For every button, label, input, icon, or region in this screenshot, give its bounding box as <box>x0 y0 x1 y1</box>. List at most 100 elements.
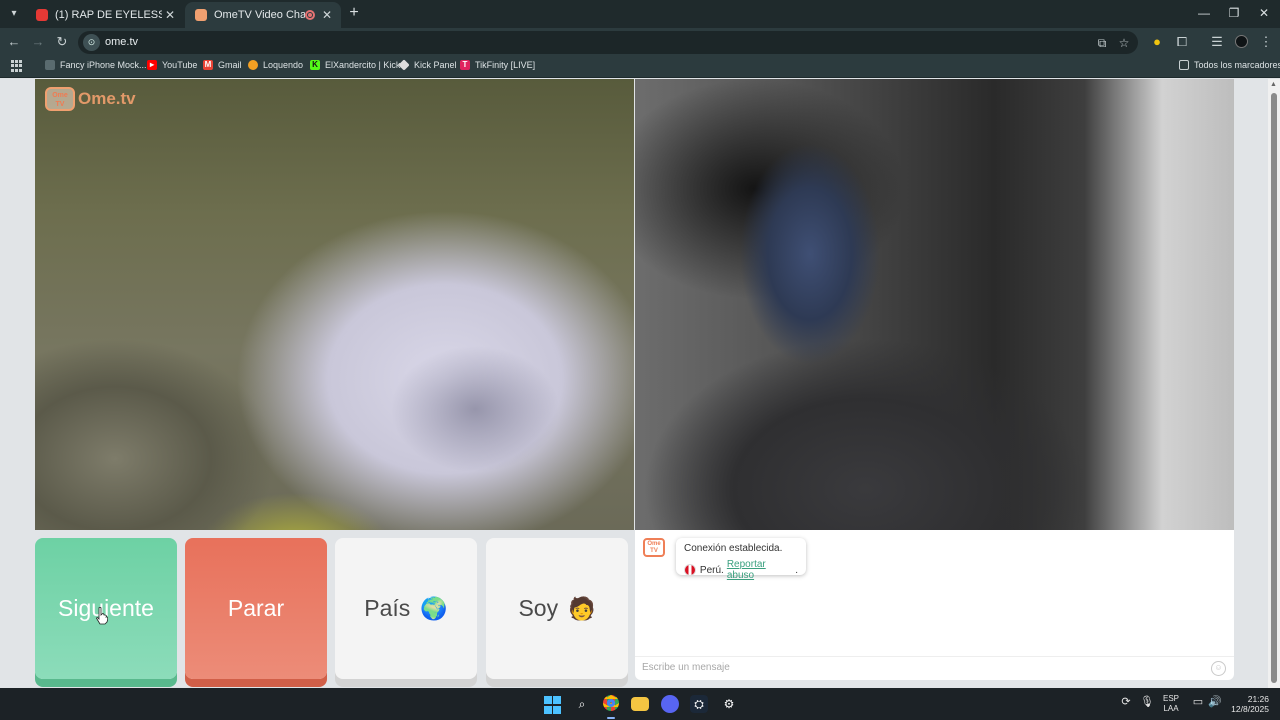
bookmark-item[interactable]: K ElXandercito | Kick <box>310 60 400 70</box>
chat-panel: Ome TV Conexión establecida. Perú. Repor… <box>635 530 1234 680</box>
logo-text: Ome.tv <box>78 89 136 108</box>
browser-toolbar: ← → ↻ ⊙ ome.tv ⧉ ☆ ● ⧠ ☰ ⋮ <box>0 28 1280 56</box>
tab-title: (1) RAP DE EYELESS JACK 2020 <box>55 9 162 21</box>
bookmark-item[interactable]: Loquendo <box>248 60 303 70</box>
tab-strip: ▾ (1) RAP DE EYELESS JACK 2020 ✕ OmeTV V… <box>0 0 1280 28</box>
bookmark-star-icon[interactable]: ☆ <box>1116 35 1132 51</box>
ometv-icon <box>195 9 207 21</box>
bookmark-item[interactable]: M Gmail <box>203 60 242 70</box>
peru-flag-icon <box>684 564 696 576</box>
stop-button-label: Parar <box>227 595 285 621</box>
youtube-icon <box>36 9 48 21</box>
report-abuse-link[interactable]: Reportar abuso <box>727 559 795 581</box>
chrome-icon[interactable] <box>602 695 620 719</box>
bookmark-label: ElXandercito | Kick <box>325 60 401 70</box>
all-bookmarks[interactable]: Todos los marcadores <box>1179 60 1280 70</box>
clock-time: 21:26 <box>1247 694 1269 704</box>
stop-button[interactable]: Parar <box>185 538 327 679</box>
forward-icon[interactable]: → <box>29 33 47 51</box>
bookmark-label: Gmail <box>218 60 242 70</box>
language-indicator[interactable]: ESP LAA <box>1163 694 1179 714</box>
kick-panel-icon <box>398 59 410 71</box>
gender-button[interactable]: Soy 🧑 <box>486 538 628 679</box>
settings-icon[interactable]: ⚙ <box>720 695 738 713</box>
extensions-icon[interactable]: ⧠ <box>1173 33 1191 51</box>
tikfinity-icon: T <box>460 60 470 70</box>
bookmark-item[interactable]: T TikFinity [LIVE] <box>460 60 535 70</box>
youtube-icon: ▸ <box>147 60 157 70</box>
network-icon[interactable]: ▭ <box>1190 695 1206 708</box>
restore-icon[interactable]: ❐ <box>1227 6 1241 20</box>
address-bar[interactable]: ⊙ ome.tv ⧉ ☆ <box>78 31 1138 54</box>
url-text: ome.tv <box>105 36 139 48</box>
keyboard-layout: LAA <box>1163 704 1179 713</box>
scroll-up-icon[interactable]: ▲ <box>1270 81 1277 88</box>
bookmark-item[interactable]: Kick Panel <box>398 59 457 71</box>
close-tab-icon[interactable]: ✕ <box>319 8 335 22</box>
tab-ometv[interactable]: OmeTV Video Chat — Ome ✕ <box>185 2 341 28</box>
microphone-icon[interactable]: 🎙 <box>1139 695 1155 708</box>
bookmark-item[interactable]: ▸ YouTube <box>147 60 197 70</box>
logo-tv-icon: Ome TV <box>45 87 75 111</box>
taskbar: ⌕ ⛭ ⚙ ⟳ 🎙 ESP LAA ▭ 🔊 21:26 12/8/2025 <box>0 688 1280 720</box>
site-info-icon[interactable]: ⊙ <box>83 34 100 51</box>
report-suffix: . <box>795 564 798 576</box>
file-explorer-icon[interactable] <box>631 697 649 711</box>
new-tab-button[interactable]: + <box>345 5 363 23</box>
reload-icon[interactable]: ↻ <box>53 33 71 51</box>
bookmark-label: TikFinity [LIVE] <box>475 60 536 70</box>
person-icon: 🧑 <box>568 595 596 621</box>
globe-icon: 🌍 <box>420 595 448 621</box>
apps-grid-icon[interactable] <box>11 60 23 72</box>
folder-icon <box>1179 60 1189 70</box>
start-windows-icon[interactable] <box>544 696 562 714</box>
country-button[interactable]: País 🌍 <box>335 538 477 679</box>
bookmark-label: Loquendo <box>263 60 304 70</box>
media-control-icon[interactable]: ☰ <box>1208 33 1226 51</box>
profile-extension-icon[interactable]: ● <box>1148 33 1166 51</box>
scrollbar-thumb[interactable] <box>1271 93 1277 683</box>
loquendo-icon <box>248 60 258 70</box>
kick-icon: K <box>310 60 320 70</box>
lang-code: ESP <box>1163 694 1180 703</box>
clock-date: 12/8/2025 <box>1231 704 1269 714</box>
country-button-label: País <box>364 595 411 621</box>
hand-cursor-icon <box>96 607 108 625</box>
connection-status: Conexión establecida. <box>684 543 783 554</box>
install-app-icon[interactable]: ⧉ <box>1094 35 1110 51</box>
avatar[interactable] <box>1232 33 1250 51</box>
discord-icon[interactable] <box>661 695 679 713</box>
ometv-chat-avatar: Ome TV <box>643 538 665 557</box>
emoji-picker-icon[interactable]: ☺ <box>1211 661 1226 676</box>
ometv-logo: Ome TV Ome.tv <box>45 87 136 111</box>
bookmark-label: Kick Panel <box>414 60 457 70</box>
sync-icon[interactable]: ⟳ <box>1118 695 1134 708</box>
clock[interactable]: 21:26 12/8/2025 <box>1231 694 1269 714</box>
all-bookmarks-label: Todos los marcadores <box>1194 60 1280 70</box>
bookmark-label: YouTube <box>162 60 198 70</box>
stranger-video <box>35 79 634 530</box>
message-input[interactable] <box>642 662 1202 673</box>
message-input-bar: ☺ <box>635 656 1234 680</box>
close-window-icon[interactable]: ✕ <box>1257 6 1271 20</box>
volume-icon[interactable]: 🔊 <box>1207 695 1223 708</box>
fancy-icon <box>45 60 55 70</box>
bookmarks-bar: Fancy iPhone Mock... ▸ YouTube M Gmail L… <box>0 56 1280 78</box>
back-icon[interactable]: ← <box>5 33 23 51</box>
menu-icon[interactable]: ⋮ <box>1257 33 1275 51</box>
page-scrollbar[interactable]: ▲ <box>1268 79 1280 688</box>
bookmark-item[interactable]: Fancy iPhone Mock... <box>45 60 147 70</box>
tab-youtube[interactable]: (1) RAP DE EYELESS JACK 2020 ✕ <box>26 2 184 28</box>
search-icon[interactable]: ⌕ <box>573 695 591 713</box>
system-message: Conexión establecida. Perú. Reportar abu… <box>676 538 806 581</box>
minimize-icon[interactable]: — <box>1197 6 1211 20</box>
tab-search-button[interactable]: ▾ <box>5 5 23 23</box>
self-video <box>635 79 1234 530</box>
recording-icon <box>305 10 315 20</box>
gmail-icon: M <box>203 60 213 70</box>
tab-title: OmeTV Video Chat — Ome <box>214 9 305 21</box>
steam-icon[interactable]: ⛭ <box>690 695 708 713</box>
close-tab-icon[interactable]: ✕ <box>162 8 178 22</box>
partner-country: Perú. <box>699 564 724 576</box>
gender-button-label: Soy <box>518 595 559 621</box>
